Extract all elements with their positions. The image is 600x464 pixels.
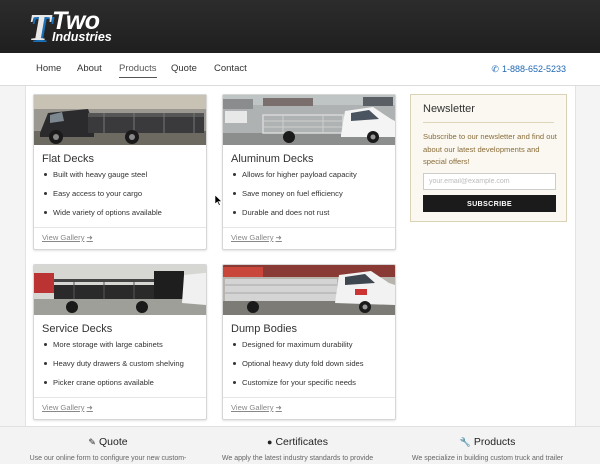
list-item: Optional heavy duty fold down sides: [231, 358, 364, 377]
footer-heading[interactable]: ● Certificates: [210, 436, 385, 448]
arrow-right-icon: ➜: [86, 233, 93, 242]
nav-quote[interactable]: Quote: [171, 63, 197, 74]
newsletter-text: Subscribe to our newsletter and find out…: [423, 132, 557, 166]
footer-features: ✎ Quote Use our online form to configure …: [0, 426, 600, 464]
divider: [223, 397, 395, 398]
footer-heading[interactable]: ✎ Quote: [22, 436, 194, 448]
footer-products: 🔧 Products We specialize in building cust…: [400, 436, 575, 462]
mouse-cursor-icon: [215, 195, 223, 206]
arrow-right-icon: ➜: [86, 403, 93, 412]
subscribe-button[interactable]: SUBSCRIBE: [423, 195, 556, 212]
divider: [34, 227, 206, 228]
card-title: Aluminum Decks: [231, 153, 314, 165]
view-gallery-link[interactable]: View Gallery ➜: [231, 403, 282, 412]
newsletter-panel: Newsletter Subscribe to our newsletter a…: [410, 94, 567, 222]
list-item: Built with heavy gauge steel: [42, 169, 162, 188]
list-item: Designed for maximum durability: [231, 339, 364, 358]
list-item: Picker crane options available: [42, 377, 184, 396]
list-item: Wide variety of options available: [42, 207, 162, 226]
view-gallery-link[interactable]: View Gallery ➜: [42, 403, 93, 412]
list-item: Heavy duty drawers & custom shelving: [42, 358, 184, 377]
footer-heading[interactable]: 🔧 Products: [400, 436, 575, 448]
aluminum-decks-image[interactable]: [223, 95, 395, 145]
newsletter-title: Newsletter: [423, 103, 475, 115]
site-header: T Two Industries: [0, 0, 600, 53]
two-industries-logo[interactable]: T Two Industries: [28, 6, 120, 49]
footer-text: We specialize in building custom truck a…: [411, 455, 564, 462]
product-card-dump-bodies: Dump Bodies Designed for maximum durabil…: [222, 264, 396, 420]
phone-number: 1-888-652-5233: [501, 64, 566, 74]
list-item: Easy access to your cargo: [42, 188, 162, 207]
card-title: Service Decks: [42, 323, 113, 335]
logo-subword: Industries: [52, 30, 112, 44]
product-card-flat-decks: Flat Decks Built with heavy gauge steel …: [33, 94, 207, 250]
nav-contact[interactable]: Contact: [214, 63, 247, 74]
arrow-right-icon: ➜: [275, 403, 282, 412]
divider: [423, 122, 554, 123]
footer-text: Use our online form to configure your ne…: [29, 455, 187, 462]
dump-bodies-image[interactable]: [223, 265, 395, 315]
edit-icon: ✎: [88, 437, 96, 447]
footer-heading-label: Quote: [98, 436, 128, 448]
divider: [34, 397, 206, 398]
phone-link[interactable]: ✆ 1-888-652-5233: [491, 64, 566, 75]
link-label: View Gallery: [42, 233, 85, 242]
main-nav: Home About Products Quote Contact ✆ 1-888…: [0, 53, 600, 86]
certificate-icon: ●: [267, 437, 273, 447]
feature-list: Built with heavy gauge steel Easy access…: [42, 169, 162, 226]
product-card-service-decks: Service Decks More storage with large ca…: [33, 264, 207, 420]
footer-certificates: ● Certificates We apply the latest indust…: [210, 436, 385, 462]
logo-mark: T: [28, 7, 51, 49]
email-input[interactable]: [423, 173, 556, 190]
view-gallery-link[interactable]: View Gallery ➜: [42, 233, 93, 242]
footer-heading-label: Products: [473, 436, 516, 448]
link-label: View Gallery: [231, 233, 274, 242]
product-card-aluminum-decks: Aluminum Decks Allows for higher payload…: [222, 94, 396, 250]
view-gallery-link[interactable]: View Gallery ➜: [231, 233, 282, 242]
nav-about[interactable]: About: [77, 63, 102, 74]
list-item: Allows for higher payload capacity: [231, 169, 357, 188]
link-label: View Gallery: [231, 403, 274, 412]
feature-list: Designed for maximum durability Optional…: [231, 339, 364, 396]
link-label: View Gallery: [42, 403, 85, 412]
phone-icon: ✆: [491, 64, 499, 74]
wrench-icon: 🔧: [459, 437, 471, 447]
list-item: Save money on fuel efficiency: [231, 188, 357, 207]
card-title: Dump Bodies: [231, 323, 298, 335]
nav-home[interactable]: Home: [36, 63, 61, 74]
footer-heading-label: Certificates: [275, 436, 328, 448]
list-item: Durable and does not rust: [231, 207, 357, 226]
list-item: Customize for your specific needs: [231, 377, 364, 396]
card-title: Flat Decks: [42, 153, 94, 165]
divider: [223, 227, 395, 228]
feature-list: Allows for higher payload capacity Save …: [231, 169, 357, 226]
list-item: More storage with large cabinets: [42, 339, 184, 358]
service-decks-image[interactable]: [34, 265, 206, 315]
arrow-right-icon: ➜: [275, 233, 282, 242]
flat-decks-image[interactable]: [34, 95, 206, 145]
footer-text: We apply the latest industry standards t…: [221, 455, 374, 462]
footer-quote: ✎ Quote Use our online form to configure …: [22, 436, 194, 462]
nav-products[interactable]: Products: [119, 63, 157, 78]
feature-list: More storage with large cabinets Heavy d…: [42, 339, 184, 396]
